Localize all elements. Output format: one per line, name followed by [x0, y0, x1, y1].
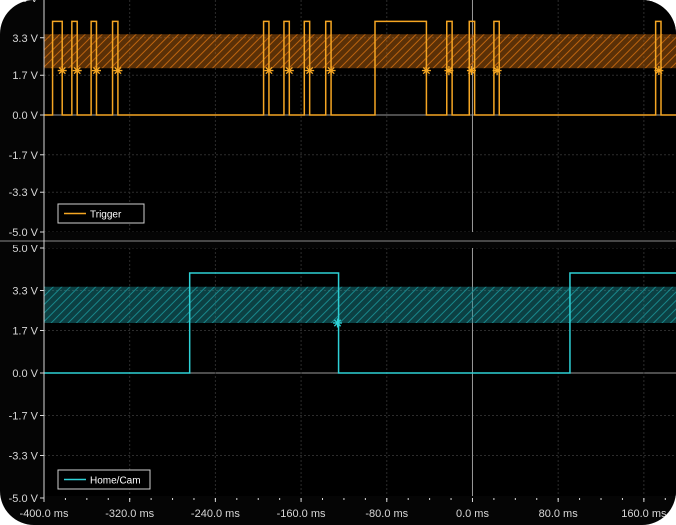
- trigger-plot: Trigger: [44, 0, 676, 232]
- trigger-edge-marker: [264, 66, 274, 76]
- trigger-edge-marker: [91, 66, 101, 76]
- trigger-edge-marker: [466, 66, 476, 76]
- trigger-edge-marker: [305, 66, 315, 76]
- trigger-edge-marker: [57, 66, 67, 76]
- trigger-y-tick-label: 1.7 V: [12, 70, 38, 82]
- homecam-y-tick-label: -1.7 V: [9, 411, 39, 423]
- homecam-threshold-band: [44, 286, 676, 323]
- oscilloscope-display: Trigger Home/Cam 5.0 V 3.3 V 1.7 V 0.0 V -1.7…: [0, 0, 676, 520]
- x-tick-label: 160.0 ms: [621, 508, 667, 520]
- homecam-y-tick-label: 1.7 V: [12, 326, 38, 338]
- trigger-edge-marker: [444, 66, 454, 76]
- x-tick-label: 80.0 ms: [539, 508, 579, 520]
- homecam-legend: Home/Cam: [57, 469, 151, 490]
- oscilloscope-window: Trigger Home/Cam 5.0 V 3.3 V 1.7 V 0.0 V -1.7…: [0, 0, 676, 525]
- trigger-edge-marker: [284, 66, 294, 76]
- homecam-edge-marker: [333, 318, 343, 328]
- trigger-edge-marker: [421, 66, 431, 76]
- trigger-edge-marker: [654, 66, 664, 76]
- trigger-legend-label: Trigger: [90, 210, 122, 221]
- trigger-edge-marker: [113, 66, 123, 76]
- trigger-edge-marker: [72, 66, 82, 76]
- x-tick-label: -160.0 ms: [277, 508, 326, 520]
- trigger-y-tick-label: -1.7 V: [9, 150, 39, 162]
- trigger-y-tick-label: 3.3 V: [12, 33, 38, 45]
- x-tick-label: -400.0 ms: [20, 508, 69, 520]
- homecam-y-tick-label: -5.0 V: [9, 493, 39, 505]
- x-tick-label: -320.0 ms: [105, 508, 154, 520]
- x-tick-label: -80.0 ms: [365, 508, 408, 520]
- trigger-y-tick-label: 0.0 V: [12, 110, 38, 122]
- x-tick-label: -240.0 ms: [191, 508, 240, 520]
- trigger-threshold-band: [44, 34, 676, 69]
- homecam-y-tick-label: 3.3 V: [12, 286, 38, 298]
- plot-layer: Trigger Home/Cam: [44, 0, 676, 496]
- trigger-legend: Trigger: [57, 203, 145, 224]
- homecam-y-tick-label: 0.0 V: [12, 368, 38, 380]
- homecam-plot: Home/Cam: [44, 248, 676, 496]
- trigger-y-tick-label: 5.0 V: [12, 0, 38, 5]
- x-tick-label: 0.0 ms: [456, 508, 490, 520]
- trigger-edge-marker: [326, 66, 336, 76]
- trigger-y-tick-label: -3.3 V: [9, 187, 39, 199]
- homecam-legend-label: Home/Cam: [90, 476, 141, 487]
- trigger-edge-marker: [492, 66, 502, 76]
- homecam-y-tick-label: -3.3 V: [9, 451, 39, 463]
